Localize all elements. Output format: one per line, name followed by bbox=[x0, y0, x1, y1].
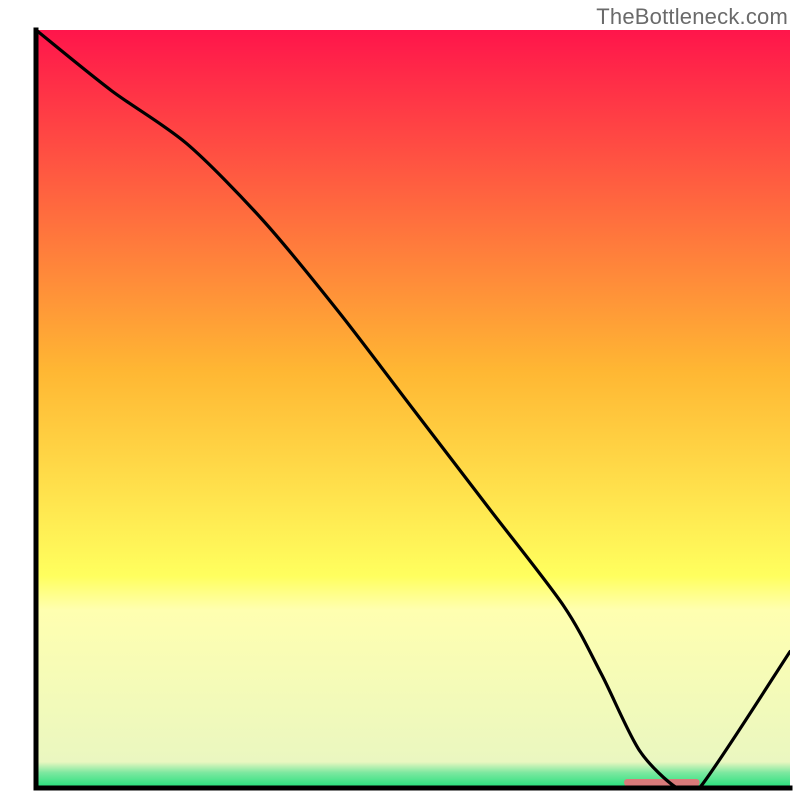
bottom-marker bbox=[624, 779, 699, 786]
chart-stage: TheBottleneck.com bbox=[0, 0, 800, 800]
bottleneck-chart bbox=[0, 0, 800, 800]
plot-area bbox=[36, 30, 790, 798]
